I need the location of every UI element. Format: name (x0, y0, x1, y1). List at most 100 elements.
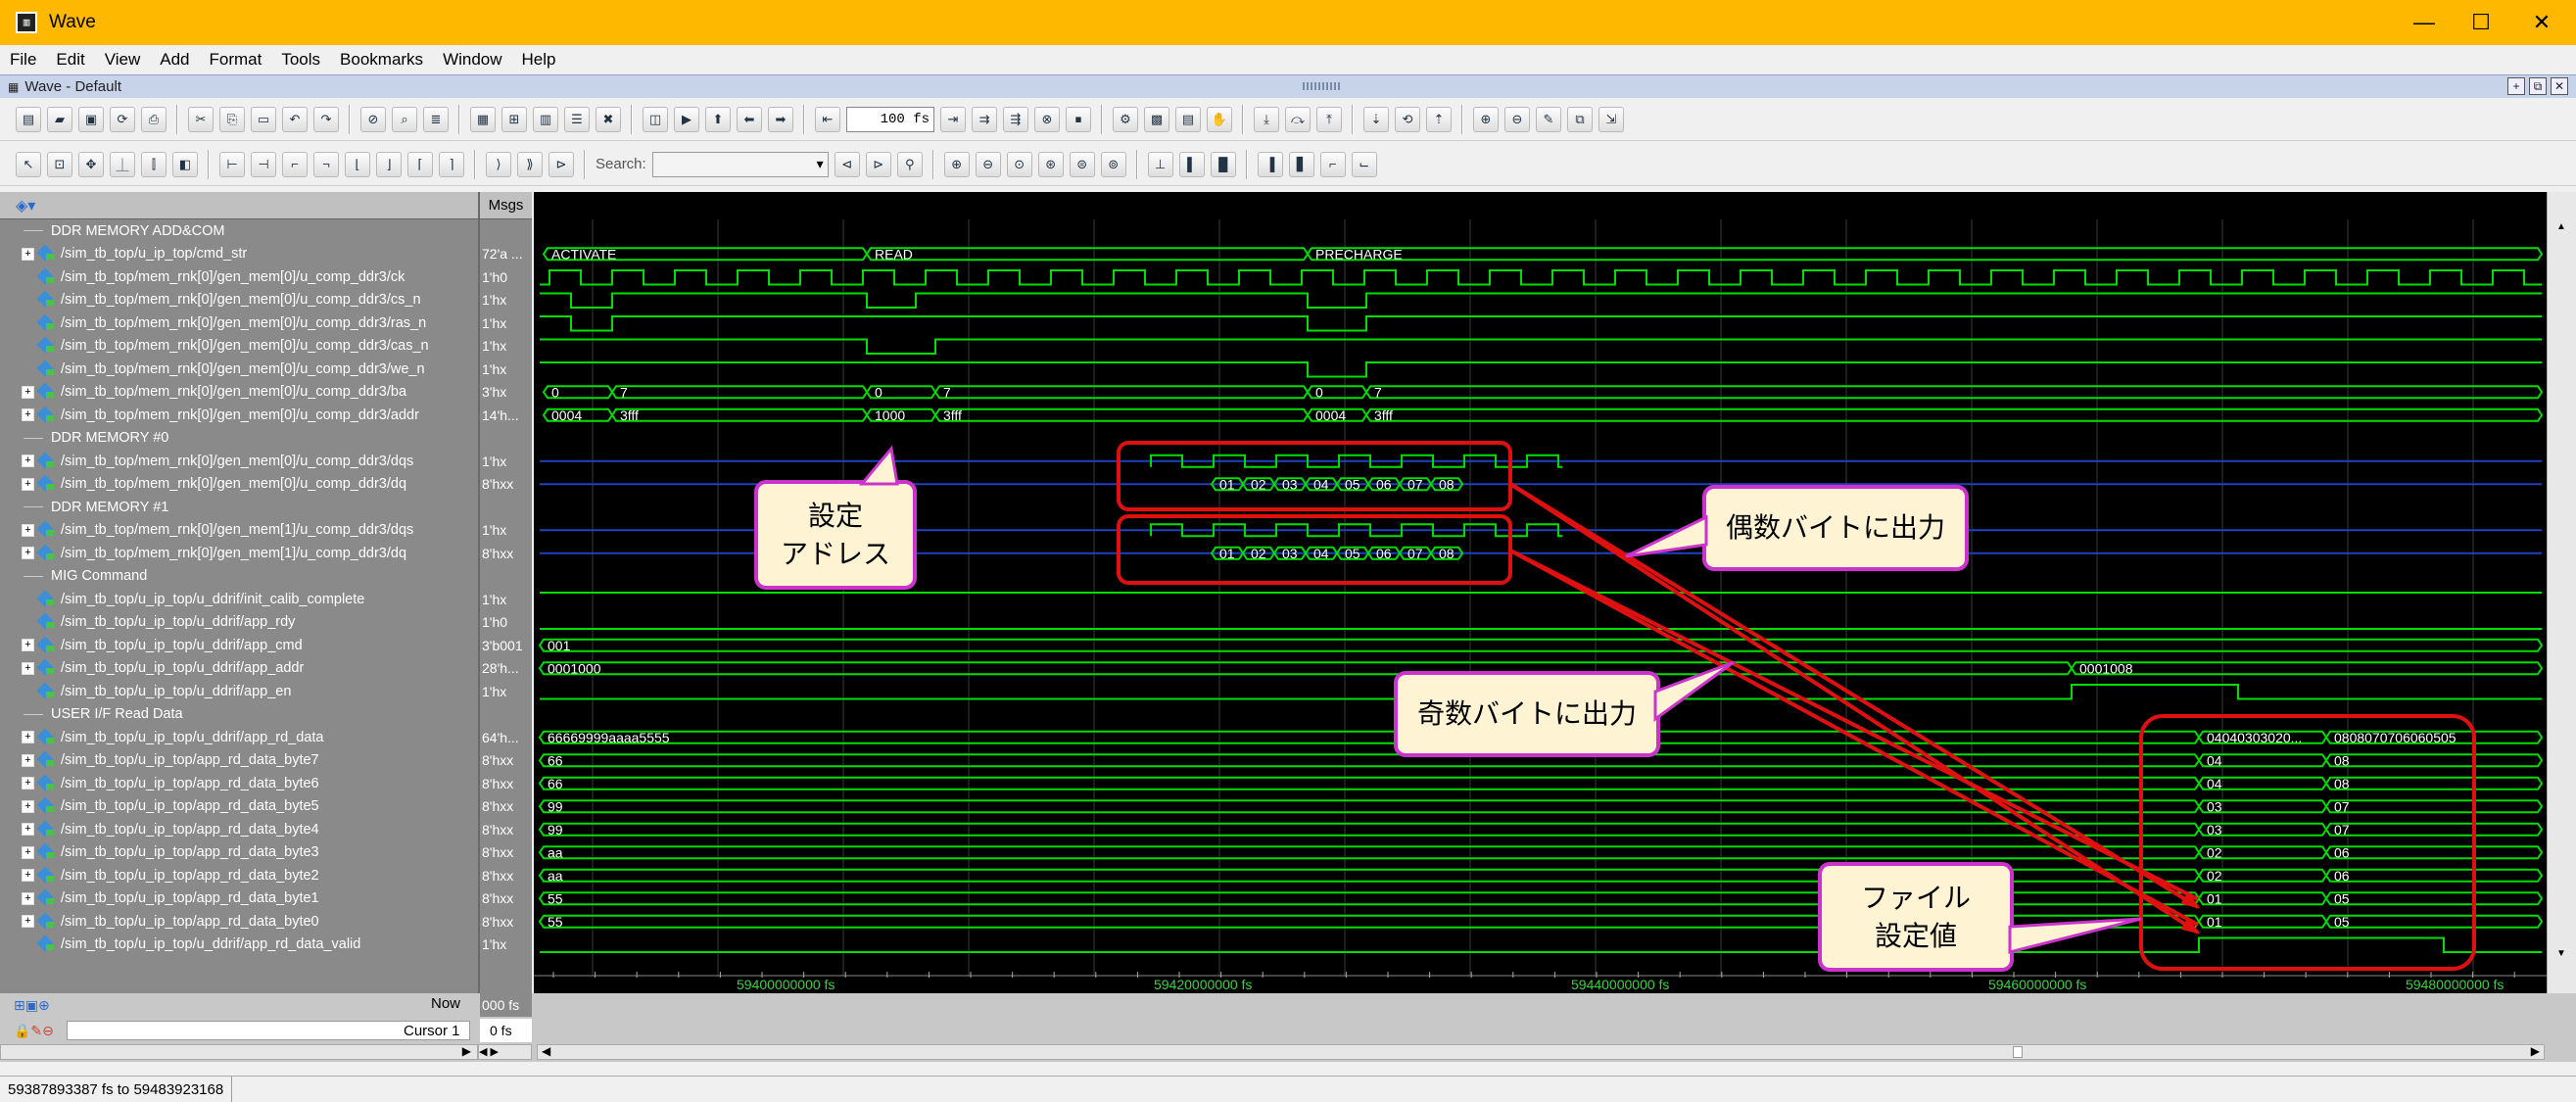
signal-row[interactable]: + /sim_tb_top/mem_rnk[0]/gen_mem[0]/u_com… (0, 473, 478, 496)
save-icon[interactable]: ▣ (78, 106, 104, 132)
search-next-icon[interactable]: ⊳ (865, 151, 891, 177)
expand-icon[interactable]: + (22, 385, 34, 399)
menu-bookmarks[interactable]: Bookmarks (330, 50, 433, 70)
zoom-in-icon[interactable]: ⊕ (943, 151, 970, 177)
compile-icon[interactable]: ◫ (643, 106, 668, 132)
scroll-down-icon[interactable]: ▼ (2556, 948, 2566, 959)
expand-time-icon[interactable]: ⌈ (407, 151, 433, 177)
expand-icon[interactable]: + (22, 661, 34, 675)
profile-icon[interactable]: ▩ (1144, 106, 1169, 132)
signal-row[interactable]: + /sim_tb_top/u_ip_top/cmd_str (0, 243, 478, 265)
menu-edit[interactable]: Edit (46, 50, 94, 70)
float-icon[interactable]: ⧉ (2529, 77, 2547, 95)
msgs-pane[interactable]: Msgs 72'a ... 1'h0 1'hx 1'hx 1'hx 1'hx 3'hx 14'… (478, 192, 532, 993)
run-all-icon[interactable]: ⇶ (1003, 106, 1028, 132)
signal-options-icon[interactable]: ◈▾ (16, 196, 35, 216)
search-prev-icon[interactable]: ⊲ (834, 151, 860, 177)
signal-row[interactable]: + /sim_tb_top/mem_rnk[0]/gen_mem[1]/u_com… (0, 542, 478, 564)
divider-d4[interactable]: USER I/F Read Data (0, 703, 478, 726)
search-options-icon[interactable]: ⚲ (896, 151, 923, 177)
step-icon[interactable]: ⤓ (1254, 106, 1279, 132)
break-icon[interactable]: ⊘ (360, 106, 386, 132)
zoom-range-icon[interactable]: ⊜ (1069, 151, 1095, 177)
wave-fmt3-icon[interactable]: █ (1210, 151, 1236, 177)
menu-view[interactable]: View (95, 50, 151, 70)
group-icon[interactable]: ⟫ (517, 151, 543, 177)
select-icon[interactable]: ↖ (16, 151, 41, 177)
insert-divider-icon[interactable]: ⟩ (486, 151, 511, 177)
wave-fmt2-icon[interactable]: ▌ (1178, 151, 1205, 177)
scroll-up-icon[interactable]: ▲ (2556, 221, 2566, 232)
new-file-icon[interactable]: ▤ (16, 106, 41, 132)
menu-help[interactable]: Help (512, 50, 566, 70)
wave-fmt5-icon[interactable]: ▋ (1288, 151, 1314, 177)
zoom-last-icon[interactable]: ⊚ (1100, 151, 1126, 177)
undock-icon[interactable]: + (2507, 77, 2525, 95)
search-input[interactable] (651, 151, 829, 177)
paste-icon[interactable]: ▭ (251, 106, 276, 132)
menu-tools[interactable]: Tools (271, 50, 330, 70)
close-button[interactable]: ✕ (2507, 0, 2576, 45)
print-icon[interactable]: ⎙ (141, 106, 167, 132)
cursor-add-icon[interactable]: ⊳ (549, 151, 574, 177)
menu-add[interactable]: Add (150, 50, 199, 70)
back-icon[interactable]: ⬅ (737, 106, 762, 132)
find-icon[interactable]: ⌕ (392, 106, 417, 132)
signal-row[interactable]: + /sim_tb_top/u_ip_top/app_rd_data_byte2 (0, 864, 478, 886)
expand-icon[interactable]: + (22, 915, 34, 928)
signal-row[interactable]: /sim_tb_top/mem_rnk[0]/gen_mem[0]/u_comp… (0, 358, 478, 380)
wave-hscrollbar[interactable]: ◀ ▶ (537, 1044, 2545, 1060)
signal-row[interactable]: + /sim_tb_top/u_ip_top/app_rd_data_byte5 (0, 795, 478, 818)
wave-fmt6-icon[interactable]: ⌐ (1319, 151, 1346, 177)
step-up-icon[interactable]: ⇡ (1426, 106, 1452, 132)
wave-fmt1-icon[interactable]: ⊥ (1147, 151, 1173, 177)
msgs-hscrollbar[interactable]: ◀ ▶ (478, 1044, 532, 1060)
transition-icon[interactable]: ⌊ (345, 151, 370, 177)
divider-d0[interactable]: DDR MEMORY ADD&COM (0, 219, 478, 242)
expand-icon[interactable]: + (22, 891, 34, 905)
signal-row[interactable]: /sim_tb_top/u_ip_top/u_ddrif/app_en (0, 680, 478, 702)
waveform-pane[interactable]: ACTIVATE READ PRECHARGE 0 7 0 7 0 7 0004 3fff 1000 3… (534, 192, 2547, 993)
signal-row[interactable]: + /sim_tb_top/u_ip_top/u_ddrif/app_addr (0, 657, 478, 680)
zoom-out-icon[interactable]: ⊖ (975, 151, 1001, 177)
copy-icon[interactable]: ⎘ (219, 106, 245, 132)
insert-cursor-icon[interactable]: ⫿ (141, 151, 167, 177)
signal-row[interactable]: + /sim_tb_top/u_ip_top/u_ddrif/app_cmd (0, 634, 478, 656)
prev-edge-icon[interactable]: ⊢ (219, 151, 245, 177)
signal-name-pane[interactable]: ◈▾ DDR MEMORY ADD&COM + /sim_tb_top/u_ip_t… (0, 192, 478, 993)
menu-file[interactable]: File (0, 50, 46, 70)
signal-row[interactable]: + /sim_tb_top/mem_rnk[0]/gen_mem[0]/u_com… (0, 450, 478, 472)
signal-row[interactable]: + /sim_tb_top/u_ip_top/app_rd_data_byte7 (0, 749, 478, 772)
signal-row[interactable]: + /sim_tb_top/u_ip_top/app_rd_data_byte4 (0, 818, 478, 840)
layout-icon[interactable]: ▦ (470, 106, 496, 132)
signal-row[interactable]: + /sim_tb_top/u_ip_top/app_rd_data_byte6 (0, 772, 478, 794)
wave-scroll-left-icon[interactable]: ◀ (542, 1044, 550, 1058)
signal-row[interactable]: /sim_tb_top/u_ip_top/u_ddrif/app_rdy (0, 611, 478, 634)
transition-next-icon[interactable]: ⌋ (376, 151, 402, 177)
wave-fmt7-icon[interactable]: ⌙ (1351, 151, 1377, 177)
signal-row[interactable]: + /sim_tb_top/mem_rnk[0]/gen_mem[0]/u_com… (0, 381, 478, 404)
expand-icon[interactable]: + (22, 845, 34, 859)
step-out-icon[interactable]: ⤒ (1316, 106, 1342, 132)
cursor-tools-icon[interactable]: ⊞▣⊕ (14, 997, 50, 1014)
expand-icon[interactable]: + (22, 639, 34, 651)
signal-row[interactable]: + /sim_tb_top/u_ip_top/u_ddrif/app_rd_dat… (0, 726, 478, 748)
menu-window[interactable]: Window (433, 50, 511, 70)
signal-row[interactable]: /sim_tb_top/mem_rnk[0]/gen_mem[0]/u_comp… (0, 335, 478, 358)
up-icon[interactable]: ⬆ (705, 106, 731, 132)
wave-remove-icon[interactable]: ⊖ (1504, 106, 1530, 132)
simulate-icon[interactable]: ▶ (674, 106, 699, 132)
stop-icon[interactable]: ⏹ (1066, 106, 1091, 132)
memory-icon[interactable]: ▥ (533, 106, 558, 132)
expand-icon[interactable]: + (22, 753, 34, 767)
cursor-lock-icon[interactable]: 🔒✎⊖ (14, 1023, 54, 1039)
step-over-icon[interactable]: ⤼ (1285, 106, 1311, 132)
cut-icon[interactable]: ✂ (188, 106, 214, 132)
divider-d1[interactable]: DDR MEMORY #0 (0, 427, 478, 450)
signal-row[interactable]: /sim_tb_top/u_ip_top/u_ddrif/app_rd_data… (0, 934, 478, 956)
performance-icon[interactable]: ⚙ (1113, 106, 1138, 132)
collapse-time-icon[interactable]: ⌉ (439, 151, 464, 177)
drag-grip[interactable] (1303, 82, 1342, 90)
zoom-mode-icon[interactable]: ⊡ (47, 151, 72, 177)
divider-d2[interactable]: DDR MEMORY #1 (0, 496, 478, 518)
